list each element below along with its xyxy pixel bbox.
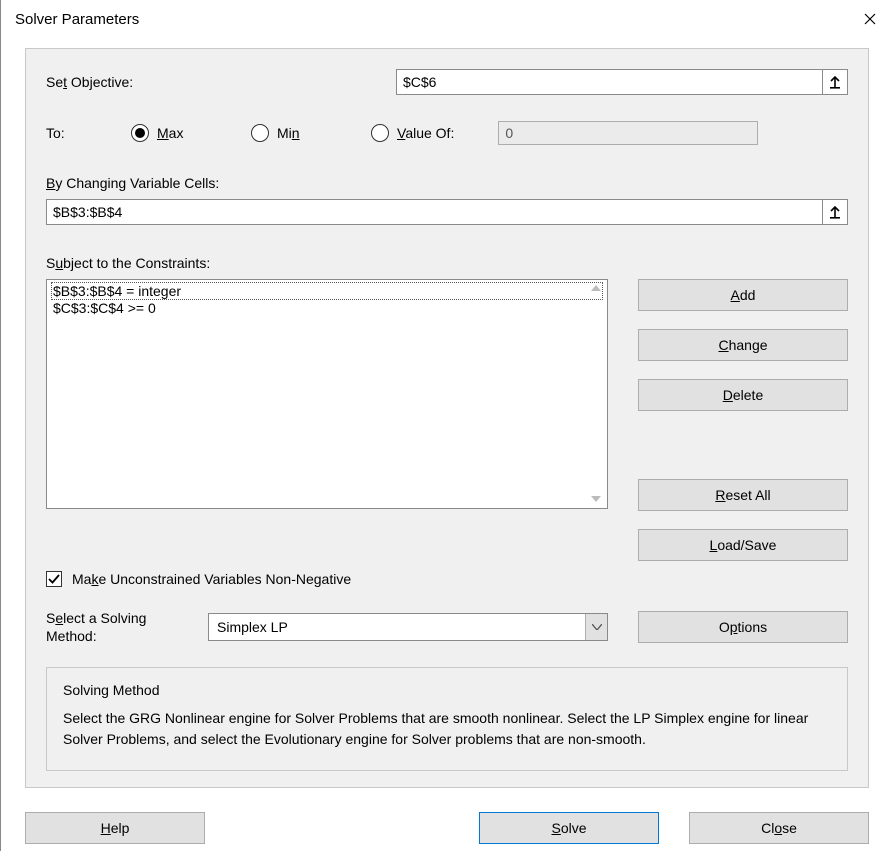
to-row: To: Max Min Value Of: [46, 121, 848, 145]
close-icon[interactable] [847, 3, 893, 35]
constraints-list[interactable]: $B$3:$B$4 = integer $C$3:$C$4 >= 0 [46, 279, 608, 509]
reset-all-button[interactable]: Reset All [638, 479, 848, 511]
dialog-body: Set Objective: To: Max Min Value Of: [25, 48, 869, 788]
radio-max-indicator [131, 124, 149, 142]
solving-method-value: Simplex LP [217, 619, 288, 635]
change-button[interactable]: Change [638, 329, 848, 361]
nonneg-label: Make Unconstrained Variables Non-Negativ… [72, 571, 351, 587]
help-button[interactable]: Help [25, 812, 205, 844]
dialog-footer: Help Solve Close [1, 802, 893, 860]
set-objective-row: Set Objective: [46, 69, 848, 95]
constraints-area: $B$3:$B$4 = integer $C$3:$C$4 >= 0 Add C… [46, 279, 848, 561]
to-label: To: [46, 125, 131, 141]
changing-cells-row [46, 199, 848, 225]
close-button[interactable]: Close [689, 812, 869, 844]
changing-cells-label: By Changing Variable Cells: [46, 175, 848, 191]
title-bar: Solver Parameters [1, 0, 893, 38]
delete-button[interactable]: Delete [638, 379, 848, 411]
add-button[interactable]: Add [638, 279, 848, 311]
changing-cells-range-picker-button[interactable] [822, 199, 848, 225]
solving-method-select[interactable]: Simplex LP [208, 613, 608, 641]
list-item[interactable]: $B$3:$B$4 = integer [51, 282, 603, 300]
set-objective-label: Set Objective: [46, 74, 396, 90]
radio-min-indicator [251, 124, 269, 142]
nonneg-checkbox-row[interactable]: Make Unconstrained Variables Non-Negativ… [46, 571, 848, 587]
window-title: Solver Parameters [15, 11, 139, 28]
desc-heading: Solving Method [63, 682, 831, 698]
chevron-down-icon [585, 614, 607, 640]
list-item[interactable]: $C$3:$C$4 >= 0 [51, 300, 603, 316]
solving-method-description: Solving Method Select the GRG Nonlinear … [46, 667, 848, 771]
solve-button[interactable]: Solve [479, 812, 659, 844]
radio-max[interactable]: Max [131, 124, 231, 142]
desc-text: Select the GRG Nonlinear engine for Solv… [63, 708, 831, 750]
radio-min-label: Min [277, 125, 300, 141]
radio-max-label: Max [157, 125, 183, 141]
objective-range-picker-button[interactable] [822, 69, 848, 95]
options-button[interactable]: Options [638, 611, 848, 643]
radio-min[interactable]: Min [251, 124, 351, 142]
radio-value-of[interactable]: Value Of: [371, 124, 454, 142]
changing-cells-input[interactable] [46, 199, 822, 225]
set-objective-input[interactable] [396, 69, 822, 95]
radio-value-of-indicator [371, 124, 389, 142]
value-of-input [498, 121, 758, 145]
nonneg-checkbox[interactable] [46, 571, 62, 587]
radio-value-of-label: Value Of: [397, 125, 454, 141]
method-row: Select a Solving Method: Simplex LP Opti… [46, 609, 848, 645]
constraints-label: Subject to the Constraints: [46, 255, 848, 271]
chevron-down-icon [587, 491, 605, 508]
solver-parameters-dialog: Solver Parameters Set Objective: To: Max… [0, 0, 893, 851]
constraints-button-column: Add Change Delete Reset All Load/Save [638, 279, 848, 561]
load-save-button[interactable]: Load/Save [638, 529, 848, 561]
method-label: Select a Solving Method: [46, 609, 196, 645]
